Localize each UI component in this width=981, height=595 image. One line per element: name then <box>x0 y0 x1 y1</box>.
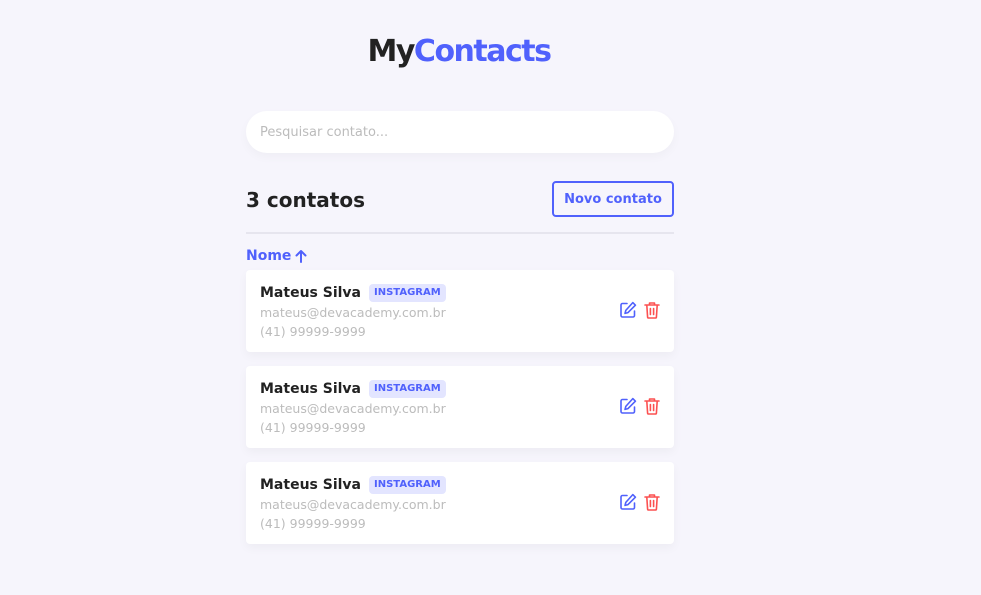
contact-actions <box>618 493 662 513</box>
trash-icon <box>642 396 662 419</box>
contact-email: mateus@devacademy.com.br <box>260 305 446 320</box>
contact-actions <box>618 301 662 321</box>
page: MyContacts 3 contatos Novo contato Nome … <box>0 0 981 595</box>
contact-card: Mateus Silva INSTAGRAM mateus@devacademy… <box>246 270 674 352</box>
delete-contact-button[interactable] <box>642 493 662 513</box>
category-badge: INSTAGRAM <box>369 380 446 398</box>
delete-contact-button[interactable] <box>642 301 662 321</box>
contact-name: Mateus Silva <box>260 381 361 397</box>
contact-phone: (41) 99999-9999 <box>260 516 366 531</box>
app-logo: MyContacts <box>0 34 918 70</box>
edit-contact-button[interactable] <box>618 493 638 513</box>
contact-name: Mateus Silva <box>260 477 361 493</box>
contact-card: Mateus Silva INSTAGRAM mateus@devacademy… <box>246 366 674 448</box>
contact-name-row: Mateus Silva INSTAGRAM <box>260 283 446 303</box>
contacts-count: 3 contatos <box>246 188 365 212</box>
header-divider <box>246 232 674 234</box>
search-input[interactable] <box>246 111 674 153</box>
contact-name-row: Mateus Silva INSTAGRAM <box>260 379 446 399</box>
delete-contact-button[interactable] <box>642 397 662 417</box>
edit-icon <box>618 300 638 323</box>
contact-phone: (41) 99999-9999 <box>260 420 366 435</box>
trash-icon <box>642 300 662 323</box>
sort-label: Nome <box>246 248 292 264</box>
contact-email: mateus@devacademy.com.br <box>260 497 446 512</box>
edit-contact-button[interactable] <box>618 301 638 321</box>
contact-actions <box>618 397 662 417</box>
edit-icon <box>618 492 638 515</box>
trash-icon <box>642 492 662 515</box>
logo-part-my: My <box>367 34 416 69</box>
contact-card: Mateus Silva INSTAGRAM mateus@devacademy… <box>246 462 674 544</box>
sort-by-name-button[interactable]: Nome <box>246 246 307 266</box>
contact-name: Mateus Silva <box>260 285 361 301</box>
edit-icon <box>618 396 638 419</box>
category-badge: INSTAGRAM <box>369 284 446 302</box>
list-header: 3 contatos Novo contato <box>246 181 674 217</box>
contact-email: mateus@devacademy.com.br <box>260 401 446 416</box>
edit-contact-button[interactable] <box>618 397 638 417</box>
logo-part-contacts: Contacts <box>413 34 552 69</box>
contact-name-row: Mateus Silva INSTAGRAM <box>260 475 446 495</box>
category-badge: INSTAGRAM <box>369 476 446 494</box>
arrow-up-icon <box>295 249 307 263</box>
new-contact-button[interactable]: Novo contato <box>552 181 674 217</box>
contact-phone: (41) 99999-9999 <box>260 324 366 339</box>
